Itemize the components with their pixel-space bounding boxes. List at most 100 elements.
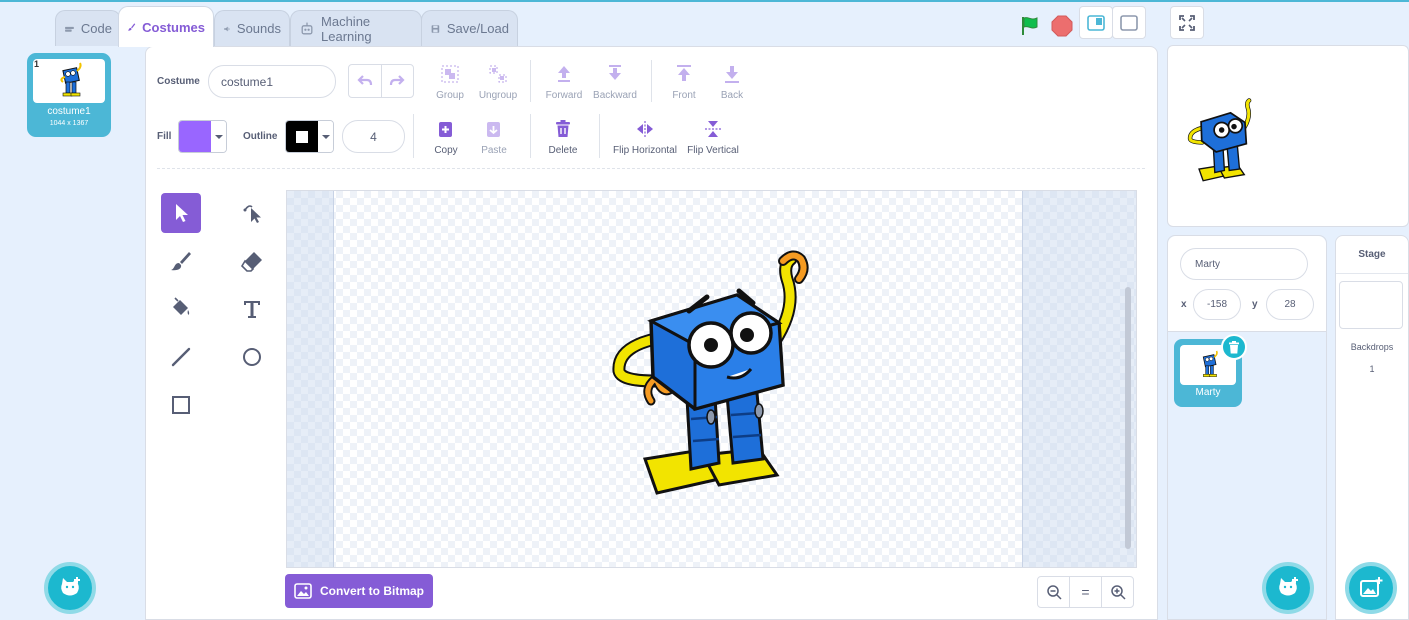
redo-icon [390, 75, 405, 86]
zoom-reset-label: = [1081, 584, 1090, 600]
canvas-edge [1022, 191, 1023, 567]
zoom-reset-button[interactable]: = [1070, 577, 1102, 607]
copy-button[interactable]: Copy [430, 119, 462, 156]
forward-button[interactable]: Forward [543, 64, 585, 101]
drawing-canvas[interactable] [286, 190, 1137, 568]
toolbar-divider [651, 60, 652, 102]
brush-icon [171, 252, 191, 271]
costume-number: 1 [34, 59, 40, 69]
costume-size: 1044 x 1367 [49, 120, 89, 127]
zoom-out-button[interactable] [1038, 577, 1070, 607]
select-tool[interactable] [161, 193, 201, 233]
tab-machine-learning-label: Machine Learning [321, 13, 372, 44]
cat-add-icon [1279, 577, 1298, 596]
canvas-edge [333, 191, 334, 567]
fill-label: Fill [157, 131, 172, 142]
canvas-scrollbar[interactable] [1125, 287, 1131, 549]
add-costume-button[interactable] [44, 562, 96, 614]
back-icon [725, 66, 739, 83]
brush-tool[interactable] [161, 241, 201, 281]
group-label: Group [436, 90, 464, 101]
outline-color-picker[interactable] [285, 120, 334, 153]
tab-code[interactable]: Code [55, 10, 121, 46]
add-sprite-button[interactable] [1262, 562, 1314, 614]
costume-name: costume1 [47, 106, 91, 117]
ungroup-button[interactable]: Ungroup [477, 64, 519, 101]
toolbar-divider [530, 114, 531, 158]
tab-machine-learning[interactable]: Machine Learning [290, 10, 422, 46]
add-backdrop-button[interactable] [1345, 562, 1397, 614]
paint-bucket-icon [173, 297, 190, 315]
sprite-name: Marty [1195, 387, 1221, 398]
circle-icon [243, 348, 261, 366]
paste-icon [487, 122, 500, 137]
stop-button[interactable] [1045, 10, 1079, 42]
front-label: Front [672, 90, 696, 101]
delete-button[interactable]: Delete [545, 119, 581, 156]
sprite-y-input[interactable]: 28 [1266, 289, 1314, 320]
x-label: x [1181, 299, 1187, 310]
stage-thumbnail[interactable] [1339, 281, 1403, 329]
zoom-controls: = [1037, 576, 1134, 608]
chevron-down-icon [318, 121, 333, 152]
toolbar-divider [599, 114, 600, 158]
front-button[interactable]: Front [667, 64, 701, 101]
fill-tool[interactable] [161, 289, 201, 329]
large-stage-button[interactable] [1112, 6, 1146, 39]
flip-horizontal-button[interactable]: Flip Horizontal [610, 119, 680, 156]
costume-tile[interactable]: 1 costume1 1044 x 1367 [27, 53, 111, 137]
group-button[interactable]: Group [432, 64, 468, 101]
back-button[interactable]: Back [715, 64, 749, 101]
flip-horizontal-label: Flip Horizontal [613, 145, 677, 156]
trash-icon [1229, 340, 1239, 353]
canvas-outside-area [1022, 191, 1136, 567]
tab-sounds[interactable]: Sounds [214, 10, 290, 46]
stage-preview[interactable] [1167, 45, 1409, 227]
chevron-down-icon [211, 121, 226, 152]
zoom-in-button[interactable] [1102, 577, 1133, 607]
flip-horizontal-icon [637, 121, 653, 137]
outline-width-input[interactable]: 4 [342, 120, 405, 153]
sprite-x-input[interactable]: -158 [1193, 289, 1241, 320]
fill-swatch [179, 121, 211, 152]
paste-button[interactable]: Paste [478, 119, 510, 156]
image-icon [294, 583, 312, 599]
line-tool[interactable] [161, 337, 201, 377]
rectangle-tool[interactable] [161, 385, 201, 425]
robot-icon [301, 22, 313, 34]
group-icon [441, 65, 459, 83]
text-tool[interactable] [232, 289, 272, 329]
costume-name-input[interactable]: costume1 [208, 65, 336, 98]
marty-on-stage[interactable] [1186, 96, 1258, 188]
backdrops-label: Backdrops [1350, 342, 1394, 352]
backward-label: Backward [593, 90, 637, 101]
toolbar-divider [530, 60, 531, 102]
delete-sprite-button[interactable] [1221, 334, 1247, 360]
small-stage-button[interactable] [1079, 6, 1113, 39]
sprite-name-input[interactable]: Marty [1180, 248, 1308, 280]
costume-thumbnail [33, 59, 105, 103]
backdrops-count: 1 [1369, 364, 1375, 374]
zoom-in-icon [1110, 585, 1126, 600]
tab-save-load[interactable]: Save/Load [421, 10, 518, 46]
code-icon [65, 26, 74, 32]
y-label: y [1252, 299, 1258, 310]
green-flag-button[interactable] [1013, 10, 1047, 42]
convert-to-bitmap-button[interactable]: Convert to Bitmap [285, 574, 433, 608]
backward-button[interactable]: Backward [592, 64, 638, 101]
circle-tool[interactable] [232, 337, 272, 377]
tab-costumes[interactable]: Costumes [118, 6, 214, 47]
eraser-tool[interactable] [232, 241, 272, 281]
undo-icon [357, 75, 372, 86]
toolbar-divider [413, 114, 414, 158]
arrow-cursor-icon [176, 204, 188, 222]
toolbar-divider-horizontal [157, 168, 1145, 169]
redo-button[interactable] [382, 65, 414, 97]
image-add-icon [1360, 577, 1383, 597]
fullscreen-button[interactable] [1170, 6, 1204, 39]
undo-button[interactable] [349, 65, 382, 97]
reshape-tool[interactable] [232, 193, 272, 233]
flip-vertical-button[interactable]: Flip Vertical [684, 119, 742, 156]
tab-costumes-label: Costumes [142, 19, 205, 35]
fill-color-picker[interactable] [178, 120, 227, 153]
